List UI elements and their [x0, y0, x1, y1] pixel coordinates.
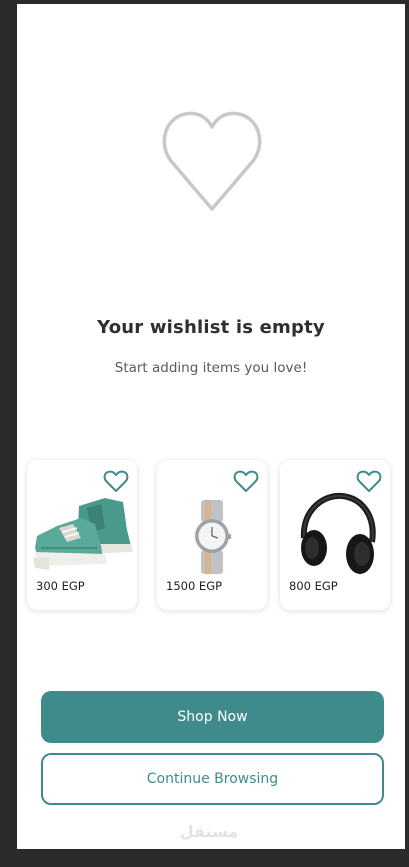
watch-image [157, 488, 267, 578]
empty-wishlist-heart-icon [162, 111, 262, 211]
product-card-sneakers[interactable]: 300 EGP [27, 460, 137, 610]
favorite-heart-icon[interactable] [233, 469, 259, 493]
continue-browsing-button[interactable]: Continue Browsing [41, 753, 384, 805]
product-price: 800 EGP [289, 579, 338, 593]
shop-now-button[interactable]: Shop Now [41, 691, 384, 743]
watermark-logo: مستقل [179, 822, 239, 841]
product-price: 1500 EGP [166, 579, 223, 593]
wishlist-screen: Your wishlist is empty Start adding item… [17, 4, 405, 849]
empty-state-subtitle: Start adding items you love! [114, 360, 308, 376]
product-card-watch[interactable]: 1500 EGP [157, 460, 267, 610]
favorite-heart-icon[interactable] [103, 469, 129, 493]
product-card-headphones[interactable]: 800 EGP [280, 460, 390, 610]
favorite-heart-icon[interactable] [356, 469, 382, 493]
sneakers-image [27, 488, 137, 578]
headphones-image [280, 488, 390, 578]
empty-state-title: Your wishlist is empty [97, 317, 325, 338]
product-price: 300 EGP [36, 579, 85, 593]
